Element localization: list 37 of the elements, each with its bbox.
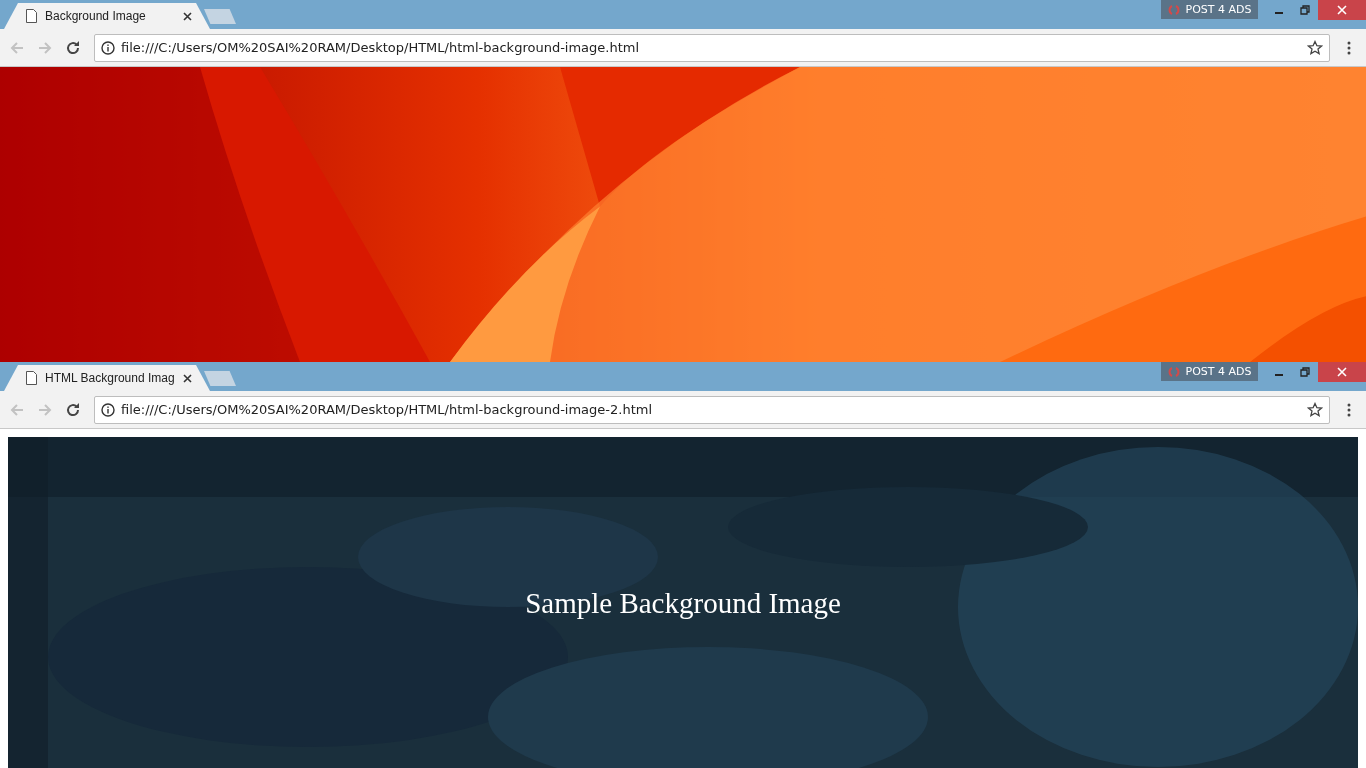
- tab-title: HTML Background Imag: [45, 371, 175, 385]
- menu-icon: [1347, 40, 1351, 55]
- menu-icon: [1347, 402, 1351, 417]
- badge-label: POST 4 ADS: [1185, 3, 1252, 16]
- browser-tab[interactable]: HTML Background Imag: [4, 365, 210, 391]
- url-text: file:///C:/Users/OM%20SAI%20RAM/Desktop/HTML/html-background-image-2.html: [121, 402, 654, 417]
- page-heading: Sample Background Image: [525, 587, 841, 621]
- close-icon[interactable]: [183, 11, 192, 21]
- info-icon: [101, 40, 115, 55]
- close-icon[interactable]: [183, 373, 192, 383]
- forward-icon: [37, 39, 53, 56]
- info-icon: [101, 402, 115, 417]
- star-icon[interactable]: [1307, 401, 1323, 418]
- minimize-icon: [1275, 12, 1283, 14]
- page-icon: [26, 9, 37, 23]
- restore-icon: [1300, 367, 1310, 377]
- restore-icon: [1300, 5, 1310, 15]
- close-button[interactable]: [1318, 362, 1366, 382]
- address-bar[interactable]: file:///C:/Users/OM%20SAI%20RAM/Desktop/HTML/html-background-image-2.html: [94, 395, 1330, 424]
- page-icon: [26, 371, 37, 385]
- ads-badge[interactable]: POST 4 ADS: [1161, 362, 1258, 381]
- star-icon[interactable]: [1307, 39, 1323, 56]
- close-icon: [1337, 5, 1347, 15]
- close-button[interactable]: [1318, 0, 1366, 20]
- back-icon: [9, 39, 25, 56]
- badge-label: POST 4 ADS: [1185, 365, 1252, 378]
- minimize-icon: [1275, 374, 1283, 376]
- reload-icon: [65, 39, 81, 56]
- tab-title: Background Image: [45, 9, 146, 23]
- browser-tab[interactable]: Background Image: [4, 3, 210, 29]
- ads-badge[interactable]: POST 4 ADS: [1161, 0, 1258, 19]
- back-icon: [9, 401, 25, 418]
- forward-icon: [37, 401, 53, 418]
- close-icon: [1337, 367, 1347, 377]
- reload-icon: [65, 401, 81, 418]
- address-bar[interactable]: file:///C:/Users/OM%20SAI%20RAM/Desktop/HTML/html-background-image.html: [94, 33, 1330, 62]
- url-text: file:///C:/Users/OM%20SAI%20RAM/Desktop/HTML/html-background-image.html: [121, 40, 641, 55]
